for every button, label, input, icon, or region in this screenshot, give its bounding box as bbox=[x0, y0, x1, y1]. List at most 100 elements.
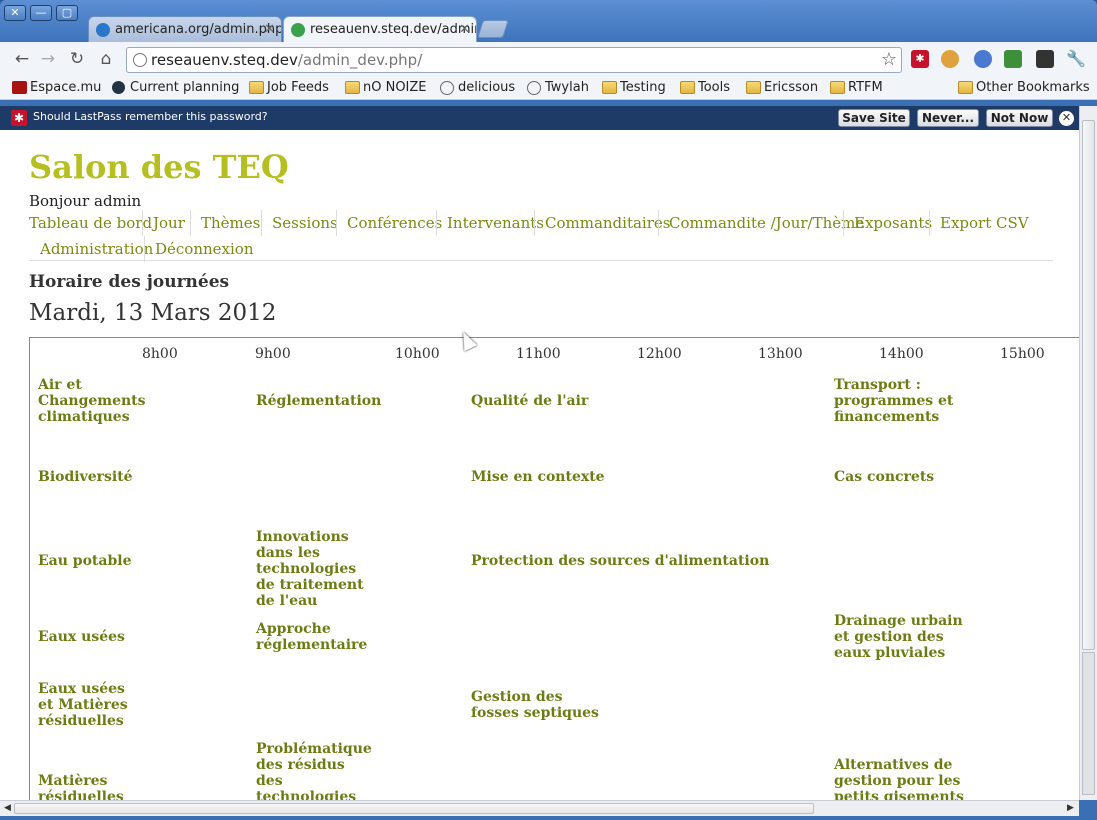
bookmark-label: Current planning bbox=[130, 80, 240, 95]
forward-arrow-icon[interactable]: → bbox=[38, 49, 58, 69]
session-protection-sources[interactable]: Protection des sources d'alimentation bbox=[471, 553, 791, 569]
cookie-extension-icon[interactable] bbox=[941, 50, 959, 68]
session-drainage-urbain[interactable]: Drainage urbain et gestion des eaux pluv… bbox=[834, 613, 974, 661]
bookmark-tools[interactable]: Tools bbox=[680, 79, 730, 97]
session-innovations[interactable]: Innovations dans les technologies de tra… bbox=[256, 529, 376, 609]
topic-eaux-usees-matieres[interactable]: Eaux usées et Matières résiduelles bbox=[38, 681, 143, 729]
bookmark-rtfm[interactable]: RTFM bbox=[830, 79, 883, 97]
reseauenv-favicon-icon bbox=[291, 23, 305, 37]
greeting-text: Bonjour admin bbox=[29, 192, 142, 210]
bookmark-label: Job Feeds bbox=[267, 80, 329, 95]
save-site-button[interactable]: Save Site bbox=[838, 109, 910, 127]
topic-air[interactable]: Air et Changements climatiques bbox=[38, 377, 146, 425]
back-arrow-icon[interactable]: ← bbox=[12, 49, 32, 69]
session-qualite-air[interactable]: Qualité de l'air bbox=[471, 393, 671, 409]
vertical-scroll-thumb[interactable] bbox=[1082, 120, 1095, 650]
vertical-scrollbar[interactable] bbox=[1079, 106, 1097, 800]
bookmark-testing[interactable]: Testing bbox=[602, 79, 666, 97]
nav-deconnexion[interactable]: Déconnexion bbox=[155, 240, 253, 258]
hour-label: 14h00 bbox=[879, 346, 924, 362]
bookmark-delicious[interactable]: delicious bbox=[440, 79, 515, 97]
nav-divider bbox=[144, 236, 145, 262]
nav-export-csv[interactable]: Export CSV bbox=[940, 214, 1029, 232]
bookmark-current-planning[interactable]: Current planning bbox=[112, 79, 239, 97]
session-reglementation[interactable]: Réglementation bbox=[256, 393, 386, 409]
nav-divider bbox=[436, 210, 437, 236]
nav-administration[interactable]: Administration bbox=[40, 240, 153, 258]
nav-jour[interactable]: Jour bbox=[153, 214, 185, 232]
hour-label: 8h00 bbox=[142, 346, 178, 362]
topic-eau-potable[interactable]: Eau potable bbox=[38, 553, 143, 569]
tab-reseauenv[interactable]: reseauenv.steq.dev/admin ✕ bbox=[283, 16, 477, 42]
browser-window: ✕ — ▢ americana.org/admin.php/ ✕ reseaue… bbox=[0, 0, 1097, 820]
browser-toolbar: ← → ↻ ⌂ reseauenv.steq.dev/admin_dev.php… bbox=[0, 42, 1097, 76]
tab-americana[interactable]: americana.org/admin.php/ ✕ bbox=[88, 16, 282, 42]
vertical-scroll-track[interactable] bbox=[1082, 652, 1095, 795]
session-cas-concrets[interactable]: Cas concrets bbox=[834, 469, 964, 485]
bookmark-ericsson[interactable]: Ericsson bbox=[746, 79, 818, 97]
close-tab-icon[interactable]: ✕ bbox=[264, 17, 275, 42]
tab-label: reseauenv.steq.dev/admin bbox=[310, 22, 477, 37]
bookmark-label: delicious bbox=[458, 80, 516, 95]
session-transport[interactable]: Transport : programmes et financements bbox=[834, 377, 964, 425]
bookmark-star-icon[interactable]: ☆ bbox=[881, 48, 897, 72]
buffer-extension-icon[interactable] bbox=[1036, 50, 1054, 68]
bookmark-other[interactable]: Other Bookmarks bbox=[958, 79, 1090, 97]
window-maximize-button[interactable]: ▢ bbox=[56, 5, 78, 21]
close-icon[interactable]: ✕ bbox=[1059, 111, 1074, 126]
lastpass-message: Should LastPass remember this password? bbox=[33, 110, 268, 123]
nav-tableau-de-bord[interactable]: Tableau de bord bbox=[29, 214, 152, 232]
nav-divider bbox=[142, 210, 143, 236]
date-heading: Mardi, 13 Mars 2012 bbox=[29, 300, 277, 326]
address-bar[interactable]: reseauenv.steq.dev/admin_dev.php/ ☆ bbox=[126, 47, 902, 73]
schedule-grid: 8h00 9h00 10h00 11h00 12h00 13h00 14h00 … bbox=[29, 337, 1079, 800]
nav-commandite-jour-theme[interactable]: Commandite /Jour/Thème bbox=[669, 214, 864, 232]
scroll-left-arrow-icon[interactable]: ◀ bbox=[4, 803, 11, 813]
wrench-menu-icon[interactable]: 🔧 bbox=[1066, 50, 1086, 68]
window-minimize-button[interactable]: — bbox=[30, 5, 52, 21]
bookmark-label: Testing bbox=[620, 80, 666, 95]
topic-eaux-usees[interactable]: Eaux usées bbox=[38, 629, 143, 645]
close-tab-icon[interactable]: ✕ bbox=[459, 17, 470, 42]
nav-divider bbox=[190, 210, 191, 236]
session-alternatives-gestion[interactable]: Alternatives de gestion pour les petits … bbox=[834, 757, 984, 800]
session-mise-en-contexte[interactable]: Mise en contexte bbox=[471, 469, 671, 485]
address-host: reseauenv.steq.dev bbox=[151, 51, 298, 69]
bookmark-label: Other Bookmarks bbox=[976, 80, 1090, 95]
nav-exposants[interactable]: Exposants bbox=[854, 214, 932, 232]
americana-favicon-icon bbox=[96, 23, 110, 37]
session-fosses-septiques[interactable]: Gestion des fosses septiques bbox=[471, 689, 611, 721]
ghostery-extension-icon[interactable] bbox=[974, 50, 992, 68]
horizontal-scrollbar[interactable]: ◀ ▶ bbox=[0, 800, 1079, 816]
bookmark-espace[interactable]: Espace.mu bbox=[12, 79, 101, 97]
never-button[interactable]: Never... bbox=[917, 109, 979, 127]
planning-icon bbox=[112, 81, 125, 94]
session-approche-reglementaire[interactable]: Approche réglementaire bbox=[256, 621, 367, 653]
nav-commanditaires[interactable]: Commanditaires bbox=[545, 214, 670, 232]
horizontal-scroll-thumb[interactable] bbox=[14, 803, 814, 814]
bookmark-twylah[interactable]: Twylah bbox=[527, 79, 589, 97]
bookmark-label: Ericsson bbox=[764, 80, 819, 95]
nav-divider-line bbox=[29, 260, 1053, 261]
window-close-button[interactable]: ✕ bbox=[4, 5, 26, 21]
topic-biodiversite[interactable]: Biodiversité bbox=[38, 469, 143, 485]
bookmark-job-feeds[interactable]: Job Feeds bbox=[249, 79, 329, 97]
evernote-extension-icon[interactable] bbox=[1004, 50, 1022, 68]
new-tab-button[interactable] bbox=[477, 20, 509, 38]
nav-divider bbox=[658, 210, 659, 236]
lastpass-extension-icon[interactable]: ✱ bbox=[911, 50, 929, 68]
nav-intervenants[interactable]: Intervenants bbox=[447, 214, 544, 232]
hour-label: 15h00 bbox=[1000, 346, 1045, 362]
scroll-right-arrow-icon[interactable]: ▶ bbox=[1067, 803, 1074, 813]
globe-icon bbox=[133, 53, 147, 67]
bookmark-label: nO NOIZE bbox=[363, 80, 427, 95]
nav-themes[interactable]: Thèmes bbox=[201, 214, 260, 232]
home-icon[interactable]: ⌂ bbox=[96, 49, 116, 69]
session-residus-ti[interactable]: Problématique des résidus des technologi… bbox=[256, 741, 372, 800]
not-now-button[interactable]: Not Now bbox=[986, 109, 1053, 127]
nav-sessions[interactable]: Sessions bbox=[272, 214, 338, 232]
reload-icon[interactable]: ↻ bbox=[67, 49, 87, 69]
nav-conferences[interactable]: Conférences bbox=[347, 214, 442, 232]
bookmark-no-noize[interactable]: nO NOIZE bbox=[345, 79, 427, 97]
topic-matieres-residuelles[interactable]: Matières résiduelles bbox=[38, 773, 143, 800]
